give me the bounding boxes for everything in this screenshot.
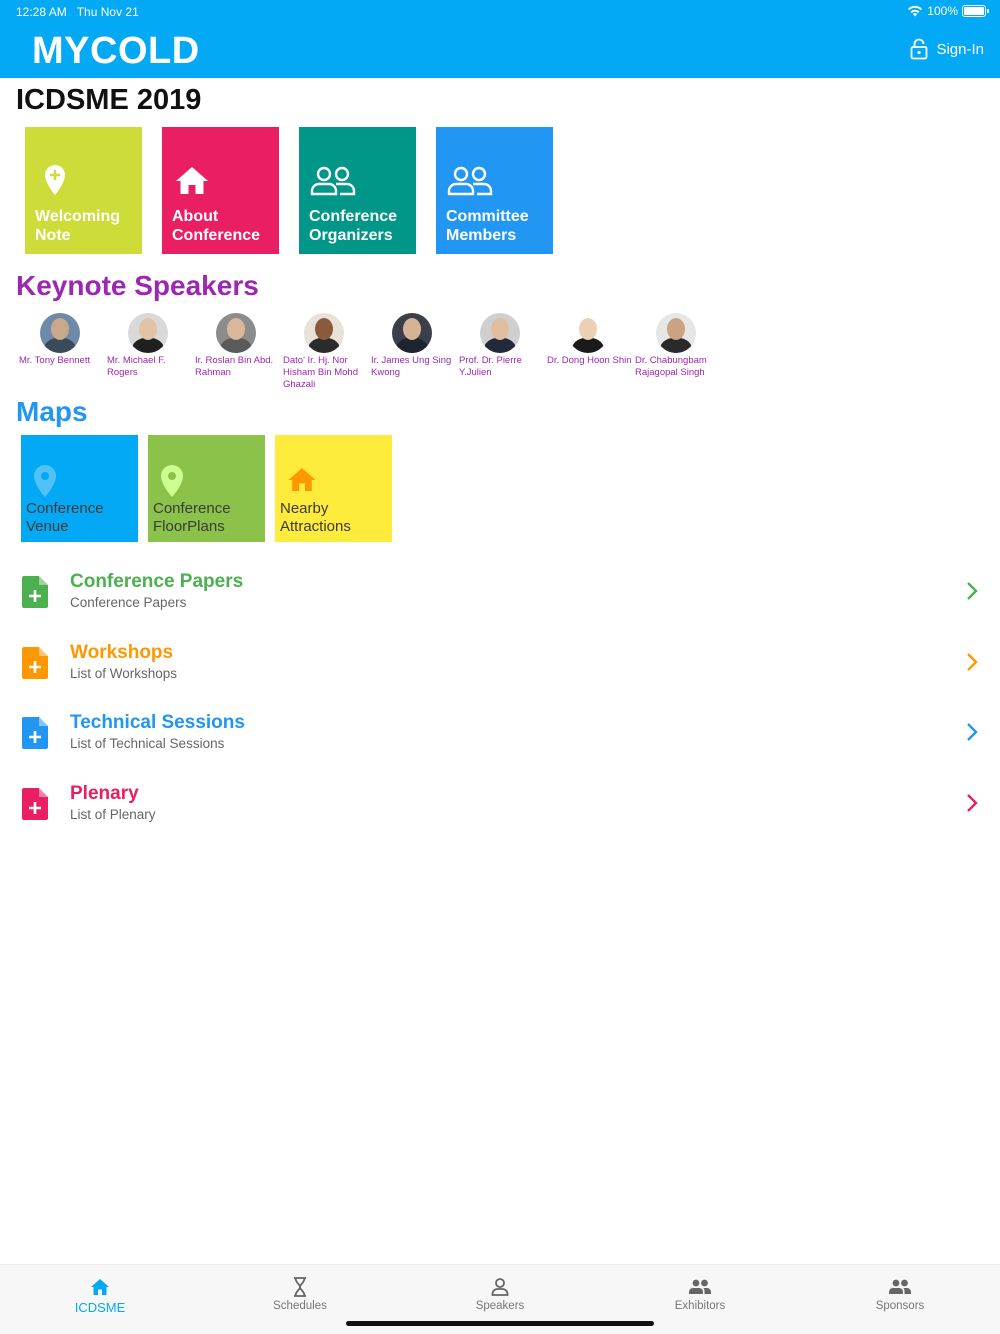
hourglass-icon [200,1276,400,1298]
speaker-item[interactable]: Prof. Dr. Pierre Y.Julien [456,313,544,391]
list-item-title: Workshops [70,641,174,663]
tab-label: Sponsors [875,1300,925,1312]
location-pin-plus-icon [35,161,75,206]
tile-label: Committee Members [446,208,529,244]
tile-label: Conference Organizers [309,208,398,244]
wifi-icon [908,5,923,17]
people-icon [800,1276,1000,1298]
section-list: Conference Papers Conference Papers Worksh… [0,557,1000,839]
tab-label: Speakers [475,1300,525,1312]
map-tile-label: Conference FloorPlans [153,500,231,535]
speaker-name: Dr. Dong Hoon Shin [547,355,632,366]
chevron-right-icon [966,581,978,606]
speaker-name: Dato' Ir. Hj. Nor Hisham Bin Mohd Ghazal… [283,355,358,390]
status-indicators: 100% [907,4,989,18]
speaker-name: Prof. Dr. Pierre Y.Julien [459,355,522,378]
tile-welcoming-note[interactable]: Welcoming Note [25,127,142,254]
chevron-right-icon [966,652,978,677]
map-tile-label: Conference Venue [26,500,104,535]
speaker-list: Mr. Tony Bennett Mr. Michael F. Rogers Ir.… [16,313,720,391]
speaker-name: Ir. Roslan Bin Abd. Rahman [195,355,274,378]
home-icon [285,463,319,502]
list-item[interactable]: Technical Sessions List of Technical Sess… [0,698,1000,769]
list-item-subtitle: List of Technical Sessions [70,736,225,751]
battery-percent: 100% [927,4,958,18]
person-icon [400,1276,600,1298]
people-icon [446,161,494,206]
speaker-item[interactable]: Ir. Roslan Bin Abd. Rahman [192,313,280,391]
chevron-right-icon [966,722,978,747]
home-indicator [346,1321,654,1326]
tile-label: Welcoming Note [35,208,121,244]
map-tile-conference-floorplans[interactable]: Conference FloorPlans [148,435,265,542]
list-item[interactable]: Workshops List of Workshops [0,628,1000,699]
document-plus-icon [22,576,48,613]
document-plus-icon [22,787,48,825]
tab-label: Schedules [273,1300,327,1312]
speaker-item[interactable]: Ir. James Ung Sing Kwong [368,313,456,391]
map-tile-nearby-attractions[interactable]: Nearby Attractions [275,435,392,542]
tile-label: About Conference [172,208,261,244]
location-pin-icon [158,463,186,504]
map-tile-conference-venue[interactable]: Conference Venue [21,435,138,542]
app-header: 12:28 AM Thu Nov 21 100% MYCOLD Sign-In [0,0,1000,78]
people-icon [309,161,357,206]
lock-icon [911,38,928,60]
speaker-avatar [392,313,432,353]
status-time: 12:28 AM Thu Nov 21 [16,5,139,19]
sign-in-button[interactable]: Sign-In [910,38,984,60]
document-plus-icon [22,646,48,684]
location-pin-icon [31,463,59,504]
battery-fill [964,7,984,15]
speaker-avatar [40,313,80,353]
app-title: MYCOLD [32,30,200,72]
list-item-subtitle: List of Workshops [70,665,178,681]
conference-title: ICDSME 2019 [16,84,202,116]
home-icon [172,161,212,206]
tile-committee-members[interactable]: Committee Members [436,127,553,254]
keynote-speakers-title: Keynote Speakers [16,270,259,301]
sign-in-label: Sign-In [936,40,984,58]
home-icon [0,1276,200,1298]
list-item[interactable]: Plenary List of Plenary [0,769,1000,840]
speaker-item[interactable]: Mr. Tony Bennett [16,313,104,391]
map-tile-label: Nearby Attractions [280,500,351,535]
list-item-title: Plenary [70,782,139,804]
tab-icdsme[interactable]: ICDSME [0,1265,200,1334]
document-plus-icon [22,717,48,754]
tab-label: ICDSME [74,1300,126,1315]
speaker-item[interactable]: Dr. Dong Hoon Shin [544,313,632,391]
battery-icon [962,5,989,17]
list-item[interactable]: Conference Papers Conference Papers [0,557,1000,628]
status-clock: 12:28 AM [16,5,67,19]
list-item-subtitle: List of Plenary [70,806,156,822]
speaker-item[interactable]: Dato' Ir. Hj. Nor Hisham Bin Mohd Ghazal… [280,313,368,391]
chevron-right-icon [966,793,978,818]
tile-about-conference[interactable]: About Conference [162,127,279,254]
tile-conference-organizers[interactable]: Conference Organizers [299,127,416,254]
speaker-avatar [304,313,344,353]
speaker-avatar [128,313,168,353]
list-item-title: Technical Sessions [70,712,245,733]
speaker-item[interactable]: Dr. Chabungbam Rajagopal Singh [632,313,720,391]
maps-title: Maps [16,396,88,427]
speaker-name: Dr. Chabungbam Rajagopal Singh [635,355,707,378]
speaker-item[interactable]: Mr. Michael F. Rogers [104,313,192,391]
speaker-avatar [216,313,256,353]
speaker-name: Mr. Michael F. Rogers [107,355,166,378]
speaker-avatar [568,313,608,353]
list-item-subtitle: Conference Papers [70,595,187,610]
status-date: Thu Nov 21 [76,5,139,19]
speaker-name: Ir. James Ung Sing Kwong [371,355,452,378]
list-item-title: Conference Papers [70,571,244,592]
tab-label: Exhibitors [674,1300,726,1312]
main-tiles: Welcoming Note About Conference Conference… [25,127,553,254]
speaker-avatar [656,313,696,353]
tab-sponsors[interactable]: Sponsors [800,1265,1000,1334]
speaker-avatar [480,313,520,353]
map-tiles: Conference Venue Conference FloorPlans Nea… [21,435,392,542]
speaker-name: Mr. Tony Bennett [19,355,91,366]
people-icon [600,1276,800,1298]
